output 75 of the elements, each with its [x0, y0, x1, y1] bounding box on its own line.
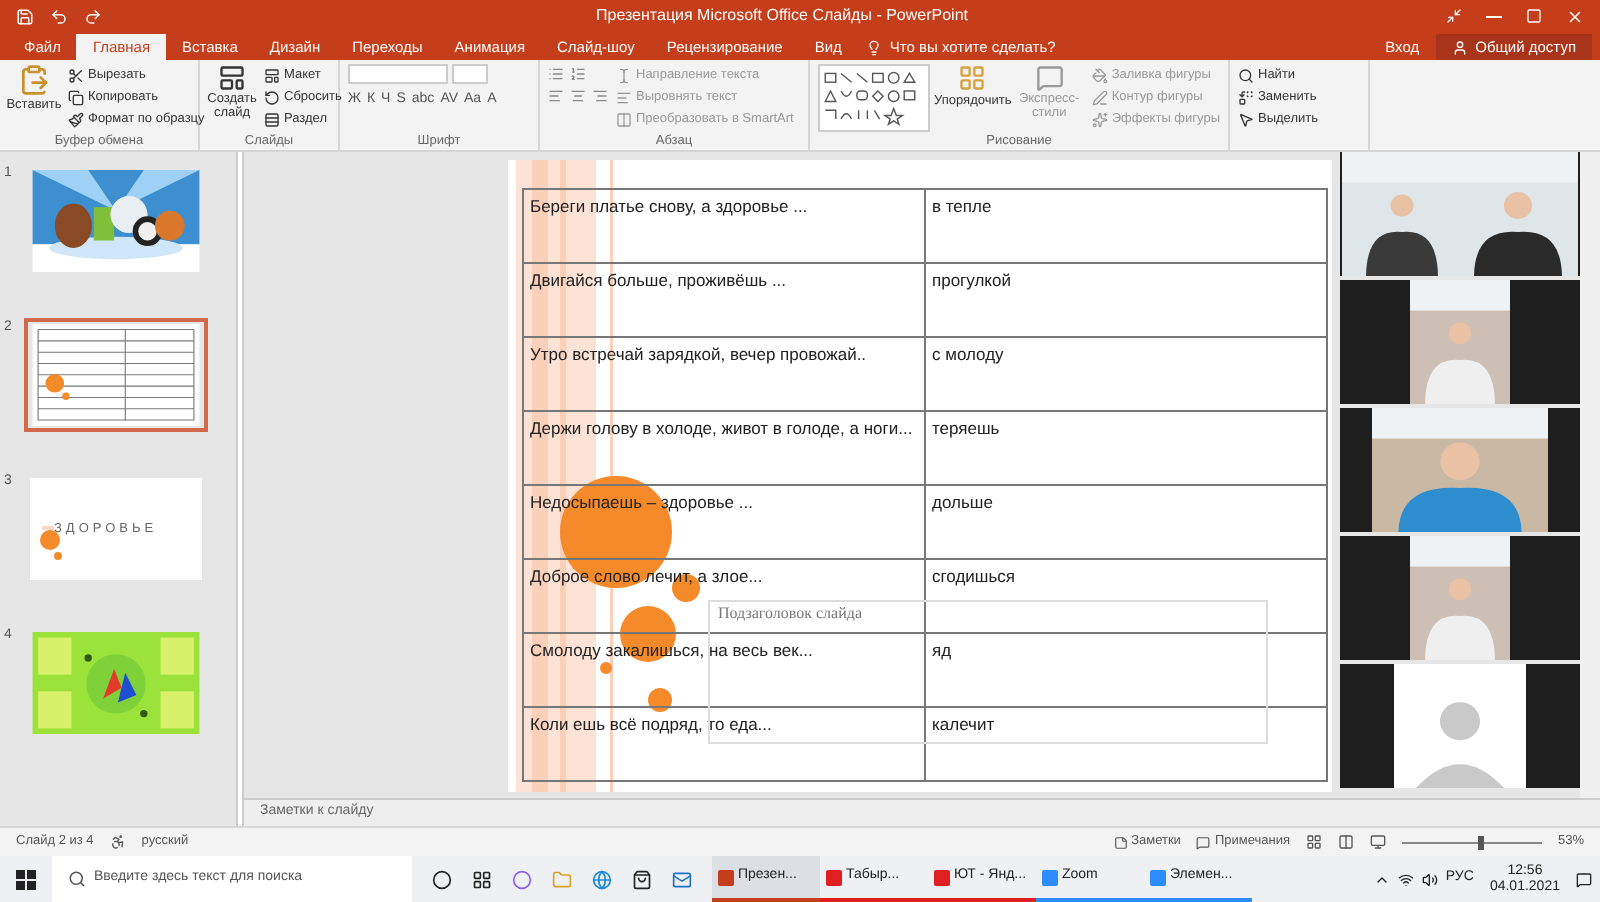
network-icon[interactable]: [1397, 871, 1414, 887]
app-icon: [718, 869, 734, 885]
layout-icon: [218, 64, 246, 92]
sparkles-icon: [1091, 111, 1108, 127]
normal-view-icon[interactable]: [1305, 834, 1322, 850]
shapes-gallery-drawing[interactable]: [818, 64, 931, 132]
table-cell: Двигайся больше, проживёшь ...: [524, 264, 926, 336]
columns-icon: [616, 111, 632, 127]
windows-logo-icon[interactable]: [16, 869, 36, 889]
maximize-icon[interactable]: [1526, 8, 1542, 24]
align-right-icon[interactable]: [592, 88, 608, 104]
cortana-icon[interactable]: [432, 869, 452, 889]
table-cell: дольше: [926, 486, 1328, 558]
scissors-icon: [68, 67, 84, 83]
app-icon: [1042, 869, 1058, 885]
table-cell: Утро встречай зарядкой, вечер провожай..: [524, 338, 926, 410]
font-size-field[interactable]: [452, 64, 488, 84]
save-icon[interactable]: [16, 7, 34, 25]
app-icon: [1150, 869, 1166, 885]
table-cell: яд: [926, 634, 1328, 706]
task-view-icon[interactable]: [472, 869, 492, 889]
ribbon-display-icon[interactable]: [1446, 8, 1462, 24]
search-icon: [1238, 67, 1254, 83]
table-cell: прогулкой: [926, 264, 1328, 336]
pen-icon: [1091, 89, 1108, 105]
slideshow-icon[interactable]: [1369, 834, 1386, 850]
app-icon: [934, 869, 950, 885]
table-cell: с молоду: [926, 338, 1328, 410]
speech-bubble-icon: [1196, 835, 1211, 849]
speech-bubble-icon: [1035, 64, 1064, 92]
clipboard-icon: [18, 64, 50, 96]
table-cell: Коли ешь всё подряд, то еда...: [524, 708, 926, 780]
rows-icon: [264, 111, 280, 127]
redo-icon[interactable]: [84, 7, 102, 25]
window-title: Презентация Microsoft Office Слайды - PowerPoint: [596, 4, 968, 28]
table-cell: сгодишься: [926, 560, 1328, 632]
circle-icon[interactable]: [512, 869, 532, 889]
bullets-icon[interactable]: [548, 66, 564, 82]
align-left-icon: [616, 89, 632, 105]
pointer-icon: [1238, 111, 1254, 127]
accessibility-icon[interactable]: [109, 834, 126, 850]
app-icon: [826, 869, 842, 885]
bag-icon[interactable]: [632, 869, 652, 889]
table-cell: Береги платье снову, а здоровье ...: [524, 190, 926, 262]
search-icon: [68, 870, 86, 888]
paint-bucket-icon: [1091, 67, 1108, 83]
circle-shape: [600, 662, 612, 674]
reset-icon: [264, 89, 280, 105]
paintbrush-icon: [68, 111, 84, 127]
placeholder-text: Подзаголовок слайда: [718, 602, 862, 626]
numbering-icon[interactable]: [570, 66, 586, 82]
font-name-field[interactable]: [348, 64, 448, 84]
sorter-view-icon[interactable]: [1337, 834, 1354, 850]
circle-shape: [648, 688, 672, 712]
table-cell: теряешь: [926, 412, 1328, 484]
grid-icon: [958, 64, 987, 92]
copy-icon: [68, 89, 84, 105]
close-icon[interactable]: [1566, 7, 1584, 25]
mail-icon[interactable]: [672, 869, 692, 889]
globe-icon[interactable]: [592, 869, 612, 889]
lightbulb-icon: [865, 39, 882, 55]
table-cell: калечит: [926, 708, 1328, 780]
align-left-icon[interactable]: [548, 88, 564, 104]
table-cell: Держи голову в холоде, живот в голоде, а ноги...: [524, 412, 926, 484]
align-center-icon[interactable]: [570, 88, 586, 104]
volume-icon[interactable]: [1421, 871, 1438, 887]
text-cursor-icon: [616, 67, 632, 83]
person-icon: [1451, 39, 1468, 55]
table-cell: в тепле: [926, 190, 1328, 262]
layout-icon: [264, 67, 280, 83]
replace-icon: [1238, 89, 1254, 105]
note-icon: [1113, 835, 1128, 849]
notifications-icon[interactable]: [1576, 871, 1592, 887]
minimize-icon[interactable]: [1486, 15, 1502, 17]
undo-icon[interactable]: [50, 7, 68, 25]
